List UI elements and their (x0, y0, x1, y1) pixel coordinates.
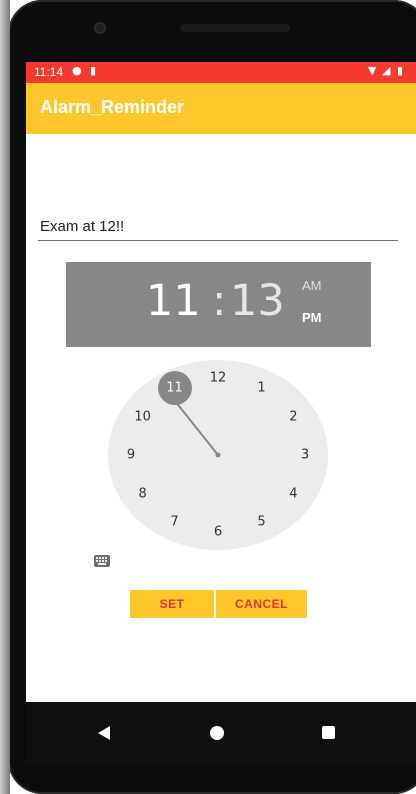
clock-center-dot (215, 452, 221, 458)
cancel-button[interactable]: CANCEL (216, 590, 307, 618)
clock-number-5[interactable]: 5 (257, 514, 265, 529)
clock-number-3[interactable]: 3 (301, 448, 309, 463)
clock-number-10[interactable]: 10 (134, 409, 151, 424)
navigation-bar (26, 702, 416, 764)
clock-number-8[interactable]: 8 (139, 486, 147, 501)
reminder-input[interactable]: Exam at 12!! (38, 214, 398, 241)
set-button[interactable]: SET (130, 590, 214, 618)
phone-side-edge (0, 0, 10, 794)
clock-number-1[interactable]: 1 (257, 381, 265, 396)
time-picker-header: 11 : 13 AM PM (66, 262, 371, 347)
sd-card-icon: ▮ (90, 64, 97, 77)
reminder-input-value: Exam at 12!! (40, 218, 125, 235)
signal-icon: ◢ (382, 64, 391, 77)
clock-number-9[interactable]: 9 (127, 448, 135, 463)
clock-hand (173, 399, 219, 456)
app-title: Alarm_Reminder (40, 97, 185, 117)
battery-icon: ▮ (397, 64, 404, 77)
status-time: 11:14 (34, 65, 64, 79)
notification-icon: ● (72, 64, 82, 77)
clock-number-12[interactable]: 12 (210, 371, 227, 386)
minute-display[interactable]: 13 (230, 276, 285, 326)
clock-number-4[interactable]: 4 (289, 486, 297, 501)
clock-number-7[interactable]: 7 (170, 514, 178, 529)
home-icon[interactable] (210, 726, 224, 740)
back-icon[interactable] (98, 726, 110, 740)
status-bar: 11:14 ● ▮ ▼ ◢ ▮ (26, 62, 416, 83)
wifi-icon: ▼ (368, 64, 377, 77)
pm-toggle[interactable]: PM (302, 310, 322, 325)
earpiece-speaker (180, 24, 290, 32)
app-bar: Alarm_Reminder (26, 83, 416, 134)
hour-display[interactable]: 11 (146, 276, 201, 326)
device-screen: 11:14 ● ▮ ▼ ◢ ▮ Alarm_Reminder Exam at 1… (26, 62, 416, 764)
recent-apps-icon[interactable] (322, 726, 335, 739)
keyboard-icon[interactable] (94, 555, 110, 567)
time-separator: : (212, 276, 227, 326)
clock-number-2[interactable]: 2 (289, 409, 297, 424)
clock-dial[interactable]: 12 1 2 3 4 5 6 7 8 9 10 11 (108, 360, 328, 550)
front-camera (94, 22, 106, 34)
am-toggle[interactable]: AM (302, 278, 322, 293)
clock-number-6[interactable]: 6 (214, 525, 222, 540)
clock-hand-layer (173, 399, 221, 458)
clock-number-11[interactable]: 11 (166, 381, 183, 396)
